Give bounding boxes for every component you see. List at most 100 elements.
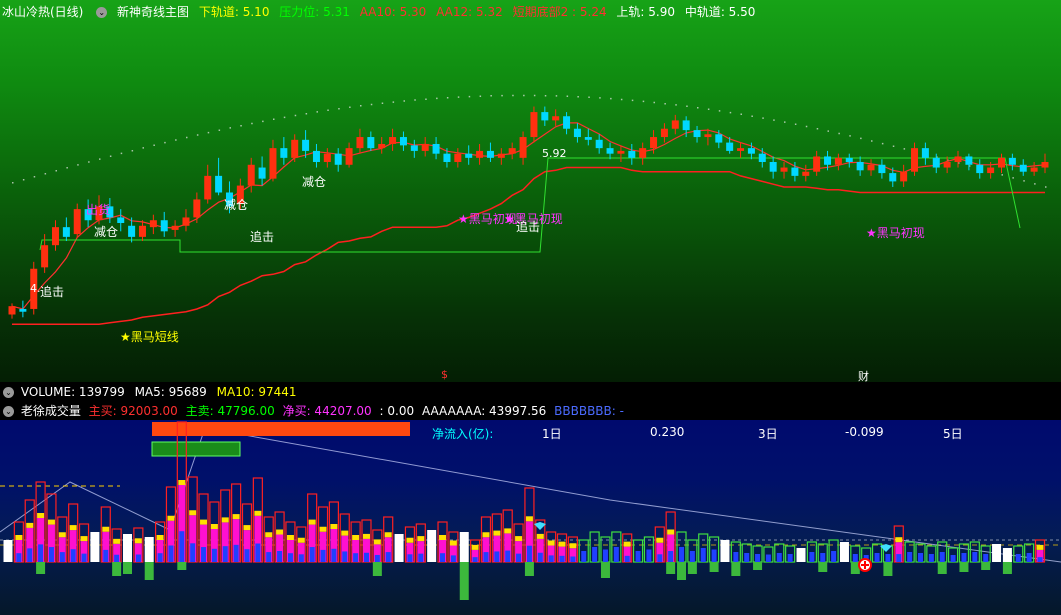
volume-bar-core — [103, 549, 109, 562]
main-sell: 主卖: 47796.00 — [185, 404, 275, 418]
candle-body — [302, 139, 310, 151]
volume-bar-core — [744, 553, 750, 562]
volume-bar-cap — [417, 536, 425, 542]
volume-bar-core — [168, 545, 174, 562]
volume-bar-core — [537, 552, 543, 562]
volume-bar-core — [1026, 553, 1032, 562]
collapse-icon[interactable]: ⌄ — [3, 387, 14, 398]
candle-body — [432, 143, 440, 154]
volume-bar-core — [918, 553, 924, 562]
volume-bar-cap — [276, 529, 284, 535]
negative-bar — [524, 562, 534, 576]
negative-bar — [709, 562, 719, 572]
negative-bar — [372, 562, 382, 576]
header-item-aa12: AA12: 5.32 — [436, 5, 503, 19]
main-chart-panel[interactable]: 冰山冷热(日线) ⌄ 新神奇线主图 下轨道: 5.10 压力位: 5.31 AA… — [0, 0, 1061, 384]
marker-s[interactable]: $ — [441, 368, 448, 381]
volume-bar-core — [505, 550, 511, 562]
volume-bar-core — [700, 548, 706, 562]
candle-body — [758, 153, 766, 162]
candle-body — [911, 148, 919, 172]
volume-bar-cap — [232, 514, 240, 520]
volume-bar-cap — [69, 525, 77, 531]
volume-bar — [144, 537, 154, 562]
volume-bar-core — [907, 552, 913, 562]
volume-bar-core — [201, 547, 207, 562]
volume-bar-cap — [200, 519, 208, 525]
zero-value: : 0.00 — [379, 404, 415, 418]
collapse-icon[interactable]: ⌄ — [96, 7, 108, 18]
negative-bar — [36, 562, 46, 574]
candle-body — [247, 164, 255, 186]
candle-body — [563, 116, 571, 129]
candle-body — [486, 150, 494, 158]
volume-bar-core — [320, 549, 326, 562]
net-inflow-3d-value: -0.099 — [845, 425, 884, 439]
volume-bar-core — [733, 552, 739, 562]
candle-body — [508, 148, 516, 154]
volume-bar-core — [613, 547, 619, 562]
volume-bar-core — [38, 544, 44, 562]
candle-body — [443, 153, 451, 162]
volume-bar-cap — [536, 533, 544, 539]
volume-bar-cap — [1036, 544, 1044, 550]
volume-bar-cap — [308, 519, 316, 525]
volume-bar — [3, 540, 13, 562]
negative-bar — [1002, 562, 1012, 574]
volume-bar-cap — [569, 543, 577, 549]
candle-body — [704, 134, 712, 138]
candlestick-chart[interactable] — [0, 0, 1061, 383]
volume-bar — [122, 534, 132, 562]
negative-bar — [144, 562, 154, 580]
volume-bar-core — [266, 552, 272, 562]
volume-bar-cap — [167, 515, 175, 521]
volume-bar-core — [559, 555, 565, 562]
volume-bar-core — [602, 549, 608, 562]
volume-bar-cap — [47, 519, 55, 525]
volume-bar — [1002, 548, 1012, 562]
volume-bar-cap — [493, 530, 501, 536]
volume-bar-cap — [384, 532, 392, 538]
negative-bar — [600, 562, 610, 578]
volume-chart-panel[interactable] — [0, 420, 1061, 615]
net-inflow-label: 净流入(亿): — [432, 427, 494, 441]
candle-body — [117, 217, 125, 223]
volume-bar — [459, 532, 469, 562]
volume-bar-core — [570, 556, 576, 562]
candle-body — [8, 306, 16, 315]
volume-bar-core — [114, 554, 120, 562]
volume-bar-core — [581, 551, 587, 562]
chart-title[interactable]: 冰山冷热(日线) — [2, 5, 83, 19]
candle-body — [41, 245, 49, 268]
volume-bar-core — [157, 553, 163, 562]
volume-bar — [427, 530, 437, 562]
negative-bar — [666, 562, 676, 574]
candle-body — [421, 143, 429, 151]
candle-body — [160, 220, 168, 232]
volume-bar-core — [59, 552, 65, 562]
volume-bar-core — [342, 551, 348, 562]
volume-bar-core — [928, 554, 934, 562]
candle-body — [769, 162, 777, 172]
candle-body — [552, 116, 560, 121]
negative-bar — [687, 562, 697, 574]
label-high-price: 5.92 — [542, 147, 567, 160]
candle-body — [73, 209, 81, 235]
volume-bar-core — [896, 554, 902, 562]
net-inflow-3d-label: 3日 — [758, 427, 778, 441]
volume-chart[interactable] — [0, 420, 1061, 615]
volume-bar-cap — [221, 517, 229, 523]
sub-title[interactable]: 老徐成交量 — [21, 404, 81, 418]
candle-body — [334, 153, 342, 165]
volume-bar-core — [277, 551, 283, 562]
volume-bar-core — [244, 549, 250, 562]
collapse-icon[interactable]: ⌄ — [3, 406, 14, 417]
negative-bar — [177, 562, 187, 570]
volume-bar-core — [646, 549, 652, 562]
candle-body — [976, 164, 984, 174]
candle-body — [399, 137, 407, 146]
negative-bar — [818, 562, 828, 572]
volume-bar-cap — [525, 516, 533, 522]
main-header: 冰山冷热(日线) ⌄ 新神奇线主图 下轨道: 5.10 压力位: 5.31 AA… — [2, 2, 761, 22]
label-low-price: 4. — [30, 282, 41, 295]
